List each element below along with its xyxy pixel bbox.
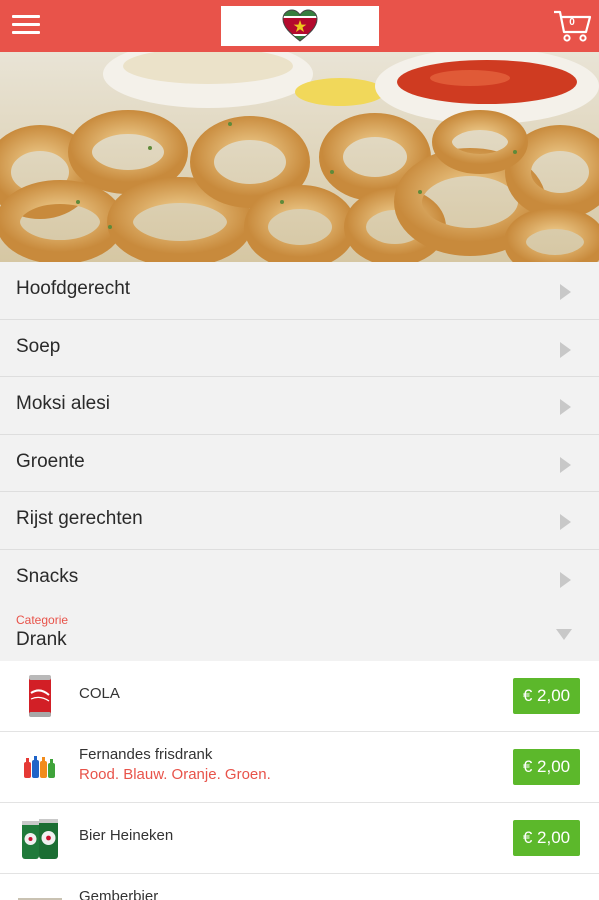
fried-calamari-image	[0, 52, 599, 262]
cart-count-badge: 0	[569, 17, 575, 28]
ginger-beer-icon	[18, 898, 62, 900]
chevron-down-icon	[556, 629, 572, 640]
category-label: Hoofdgerecht	[16, 278, 131, 299]
logo[interactable]	[221, 6, 379, 46]
category-item-moksi-alesi[interactable]: Moksi alesi	[0, 377, 599, 435]
menu-line	[12, 23, 40, 26]
chevron-right-icon	[560, 341, 571, 358]
category-list: Hoofdgerecht Soep Moksi alesi Groente Ri…	[0, 262, 599, 607]
product-list: COLA € 2,00 Fernandes frisdrank Rood. Bl…	[0, 661, 599, 900]
category-label: Rijst gerechten	[16, 508, 143, 529]
product-name: COLA	[79, 685, 120, 702]
hamburger-menu-icon[interactable]	[10, 11, 44, 41]
chevron-right-icon	[560, 284, 571, 300]
cola-can-icon	[29, 675, 51, 717]
category-label: Moksi alesi	[16, 393, 110, 414]
menu-line	[12, 31, 40, 34]
chevron-right-icon	[560, 514, 571, 530]
category-label: Snacks	[16, 565, 79, 587]
category-item-hoofdgerecht[interactable]: Hoofdgerecht	[0, 262, 599, 320]
cart-button[interactable]: 0	[552, 8, 592, 44]
hero-food-image	[0, 52, 599, 262]
soda-bottles-icon	[24, 756, 55, 778]
price-button[interactable]: € 2,00	[513, 678, 580, 714]
category-select[interactable]: Categorie Drank	[0, 605, 599, 661]
menu-line	[12, 15, 40, 18]
beer-cans-icon	[22, 819, 58, 859]
category-item-soep[interactable]: Soep	[0, 319, 599, 377]
chevron-right-icon	[560, 456, 571, 473]
chevron-right-icon	[560, 571, 571, 588]
category-item-groente[interactable]: Groente	[0, 434, 599, 492]
product-item-gemberbier[interactable]: Gemberbier	[0, 874, 599, 900]
product-name: Fernandes frisdrank	[79, 746, 213, 763]
product-name: Gemberbier	[79, 888, 159, 900]
product-item-fernandes-frisdrank[interactable]: Fernandes frisdrank Rood. Blauw. Oranje.…	[0, 732, 599, 803]
category-select-caption: Categorie	[16, 613, 69, 627]
price-button[interactable]: € 2,00	[513, 820, 580, 856]
product-variants: Rood. Blauw. Oranje. Groen.	[79, 766, 271, 783]
suriname-flag-heart-icon	[282, 9, 318, 42]
product-name: Bier Heineken	[79, 827, 174, 844]
chevron-right-icon	[560, 399, 571, 415]
product-item-cola[interactable]: COLA € 2,00	[0, 661, 599, 732]
category-label: Soep	[16, 335, 61, 357]
category-item-rijst-gerechten[interactable]: Rijst gerechten	[0, 492, 599, 550]
price-button[interactable]: € 2,00	[513, 749, 580, 785]
category-label: Groente	[16, 450, 85, 472]
top-app-bar: 0	[0, 0, 599, 52]
category-item-snacks[interactable]: Snacks	[0, 549, 599, 607]
product-item-bier-heineken[interactable]: Bier Heineken € 2,00	[0, 803, 599, 874]
category-select-value: Drank	[16, 629, 67, 650]
